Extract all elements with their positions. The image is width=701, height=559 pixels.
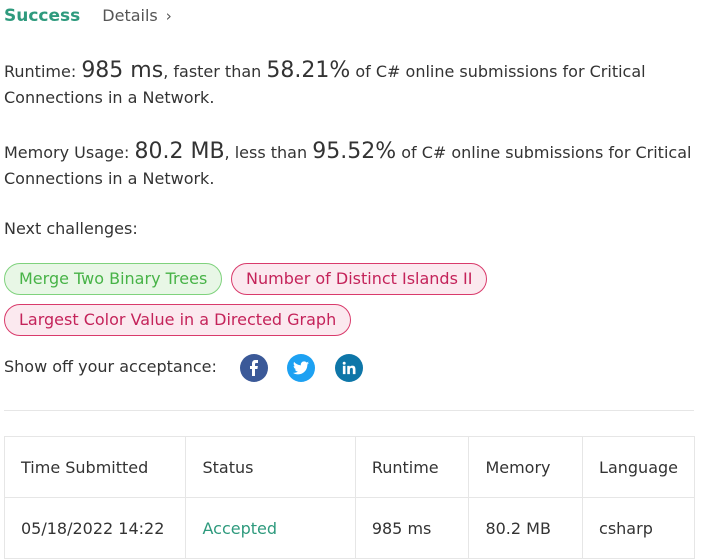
memory-compare: , less than [224, 143, 313, 162]
cell-memory: 80.2 MB [468, 497, 584, 559]
runtime-value: 985 ms [81, 58, 164, 83]
column-header-language[interactable]: Language [582, 436, 695, 498]
column-header-runtime[interactable]: Runtime [354, 436, 470, 498]
share-label: Show off your acceptance: [4, 357, 217, 376]
memory-stat: Memory Usage: 80.2 MB, less than 95.52% … [4, 139, 694, 192]
challenge-chip-largest-color-value[interactable]: Largest Color Value in a Directed Graph [4, 304, 352, 336]
next-challenges-label: Next challenges: [4, 219, 138, 238]
facebook-glyph [250, 360, 258, 376]
cell-status-link[interactable]: Accepted [185, 497, 356, 559]
challenge-chip-number-of-distinct-islands-ii[interactable]: Number of Distinct Islands II [231, 263, 488, 295]
facebook-icon[interactable] [240, 354, 268, 382]
cell-time-submitted: 05/18/2022 14:22 [3, 497, 187, 559]
twitter-glyph [293, 361, 309, 375]
runtime-percent: 58.21% [266, 58, 351, 83]
result-header: Success Details › [4, 6, 172, 26]
runtime-label: Runtime: [4, 62, 82, 81]
cell-language: csharp [582, 497, 695, 559]
table-header-row: Time Submitted Status Runtime Memory Lan… [3, 436, 695, 498]
runtime-stat: Runtime: 985 ms, faster than 58.21% of C… [4, 58, 694, 111]
details-link[interactable]: Details › [102, 6, 171, 25]
column-header-memory[interactable]: Memory [468, 436, 584, 498]
column-header-time-submitted[interactable]: Time Submitted [3, 436, 187, 498]
submissions-table: Time Submitted Status Runtime Memory Lan… [3, 436, 695, 559]
linkedin-icon[interactable] [335, 354, 363, 382]
chevron-right-icon: › [165, 7, 172, 25]
status-title: Success [4, 6, 81, 26]
divider [4, 410, 694, 411]
memory-percent: 95.52% [312, 139, 397, 164]
challenge-chip-merge-two-binary-trees[interactable]: Merge Two Binary Trees [4, 263, 223, 295]
runtime-compare: , faster than [163, 62, 267, 81]
twitter-icon[interactable] [287, 354, 315, 382]
memory-value: 80.2 MB [134, 139, 225, 164]
linkedin-glyph [342, 361, 356, 375]
cell-runtime: 985 ms [354, 497, 470, 559]
column-header-status[interactable]: Status [185, 436, 356, 498]
table-row: 05/18/2022 14:22 Accepted 985 ms 80.2 MB… [3, 497, 695, 559]
details-label: Details [102, 6, 158, 25]
memory-label: Memory Usage: [4, 143, 135, 162]
